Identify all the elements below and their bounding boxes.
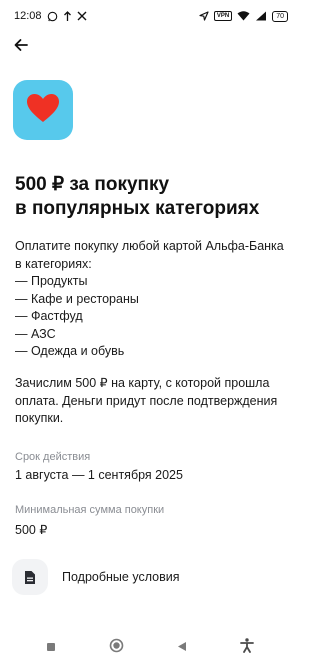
category-item: — Продукты xyxy=(15,274,88,288)
title-line: 500 ₽ за покупку xyxy=(15,174,170,195)
location-icon xyxy=(199,11,209,21)
back-icon[interactable] xyxy=(177,639,187,657)
status-time: 12:08 xyxy=(14,10,42,22)
status-bar: 12:08 VPN 70 xyxy=(0,0,300,32)
battery-indicator: 70 xyxy=(272,10,288,22)
status-right: VPN 70 xyxy=(199,10,288,22)
status-left: 12:08 xyxy=(14,10,87,22)
x-icon xyxy=(77,11,87,21)
credit-info: Зачислим 500 ₽ на карту, с которой прошл… xyxy=(15,376,278,425)
category-item: — Одежда и обувь xyxy=(15,344,125,358)
description-line: в категориях: xyxy=(15,256,92,271)
category-item: — Кафе и рестораны xyxy=(15,291,139,306)
description-line: Оплатите покупку любой картой Альфа-Банк… xyxy=(15,239,284,253)
arrow-left-icon xyxy=(14,38,28,57)
heart-icon xyxy=(25,92,61,129)
detailed-conditions-label: Подробные условия xyxy=(62,570,180,584)
validity-label: Срок действия xyxy=(15,451,91,463)
system-nav-bar xyxy=(0,629,300,667)
promo-description: Оплатите покупку любой картой Альфа-Банк… xyxy=(15,238,295,361)
validity-value: 1 августа — 1 сентября 2025 xyxy=(15,468,183,482)
recents-icon[interactable] xyxy=(46,639,56,657)
accessibility-icon[interactable] xyxy=(239,638,254,658)
title-line: в популярных категориях xyxy=(15,198,260,219)
whatsapp-icon xyxy=(47,11,58,22)
vpn-icon: VPN xyxy=(213,11,233,21)
back-button[interactable] xyxy=(10,36,32,58)
home-icon[interactable] xyxy=(109,638,124,658)
min-amount-value: 500 ₽ xyxy=(15,523,48,537)
min-amount-label: Минимальная сумма покупки xyxy=(15,504,165,516)
category-item: — Фастфуд xyxy=(15,309,83,323)
promo-icon xyxy=(13,80,73,140)
detailed-conditions-button[interactable]: Подробные условия xyxy=(12,558,288,596)
document-icon xyxy=(12,559,48,595)
category-item: — АЗС xyxy=(15,326,56,341)
signal-icon xyxy=(255,11,267,21)
upload-icon xyxy=(63,10,72,22)
page-title: 500 ₽ за покупку в популярных категориях xyxy=(15,173,290,221)
wifi-icon xyxy=(237,11,250,21)
